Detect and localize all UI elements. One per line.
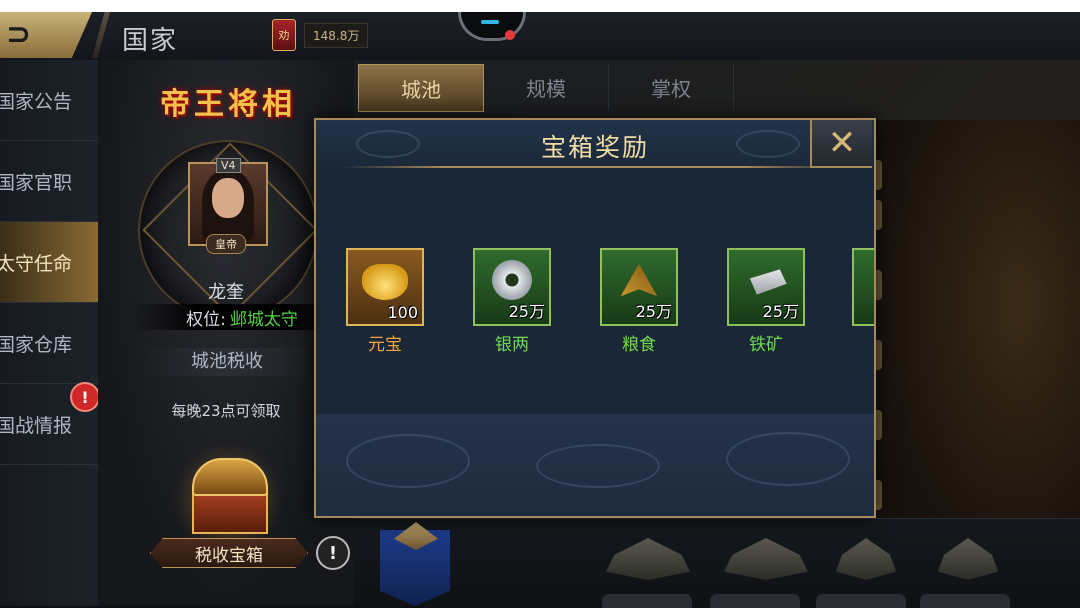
sidebar-item-label: 太守任命 xyxy=(0,252,73,275)
title-emblem: 帝王将相 xyxy=(138,66,318,136)
reward-slot: 25万 xyxy=(600,248,678,326)
background-art xyxy=(874,120,1080,580)
treasure-chest-icon[interactable] xyxy=(168,438,288,558)
reward-name: 银两 xyxy=(495,335,529,355)
silver-coin-icon xyxy=(492,260,532,300)
reward-item[interactable]: 100 元宝 xyxy=(346,248,424,355)
cloud-ornament xyxy=(346,434,470,488)
iron-ingot-icon xyxy=(749,269,787,295)
tax-chest-button[interactable]: 税收宝箱 xyxy=(150,538,308,568)
camera-notch xyxy=(458,12,526,41)
notch-indicator xyxy=(481,20,499,24)
chest-body xyxy=(192,490,268,534)
tab-power[interactable]: 掌权 xyxy=(609,64,734,110)
currency-value: 148.8万 xyxy=(304,22,369,48)
rank-tag: 皇帝 xyxy=(206,234,246,254)
sidebar-item-label: 国战情报 xyxy=(0,414,73,437)
reward-quantity: 25万 xyxy=(508,302,545,321)
position-label: 权位: xyxy=(186,309,226,330)
dialog-title: 宝箱奖励 xyxy=(540,133,649,162)
reward-slot: 25万 xyxy=(727,248,805,326)
sidebar-item-label: 国家仓库 xyxy=(0,333,73,356)
sidebar: 国家公告 国家官职 太守任命 国家仓库 国战情报 xyxy=(0,60,98,606)
currency-icon: 劝 xyxy=(272,19,296,51)
sidebar-item-officials[interactable]: 国家官职 xyxy=(0,141,98,222)
tab-bar: 城池 规模 掌权 xyxy=(358,64,998,112)
close-icon: ✕ xyxy=(827,123,857,163)
tab-cities[interactable]: 城池 xyxy=(358,64,484,112)
vip-badge: V4 xyxy=(216,158,241,173)
sidebar-item-warehouse[interactable]: 国家仓库 xyxy=(0,303,98,384)
sidebar-item-label: 国家官职 xyxy=(0,171,73,194)
reward-slot: 25万 xyxy=(473,248,551,326)
reward-name: 元宝 xyxy=(368,335,402,355)
title-divider xyxy=(92,12,110,58)
chest-lid xyxy=(192,458,268,496)
reward-name: 铁矿 xyxy=(749,335,783,355)
reward-item[interactable]: 25万 粮食 xyxy=(600,248,678,355)
page-title: 国家 xyxy=(122,26,179,56)
alert-badge: ! xyxy=(70,382,100,412)
recording-dot-icon xyxy=(505,30,515,40)
reward-slot: 100 xyxy=(346,248,424,326)
sidebar-item-governor[interactable]: 太守任命 xyxy=(0,222,98,303)
cloud-ornament xyxy=(536,444,660,488)
cloud-ornament xyxy=(726,432,850,486)
reward-quantity: 25万 xyxy=(635,302,672,321)
avatar-face xyxy=(212,178,244,218)
reward-quantity: 100 xyxy=(387,303,418,322)
gold-ingot-icon xyxy=(362,264,408,300)
currency-display: 劝 148.8万 xyxy=(272,19,369,51)
reward-slot-partial[interactable] xyxy=(852,248,874,326)
dialog-footer xyxy=(316,414,874,516)
sidebar-item-label: 国家公告 xyxy=(0,90,73,113)
status-strip xyxy=(0,0,1080,12)
reward-quantity: 25万 xyxy=(762,302,799,321)
sidebar-item-announcement[interactable]: 国家公告 xyxy=(0,60,98,141)
reward-item[interactable]: 25万 银两 xyxy=(473,248,551,355)
position-value: 邺城太守 xyxy=(229,309,298,330)
reward-name: 粮食 xyxy=(622,335,656,355)
reward-dialog: 宝箱奖励 ✕ 100 元宝 25万 银两 25万 粮食 25万 铁矿 xyxy=(314,118,876,518)
emblem-text: 帝王将相 xyxy=(160,87,296,122)
back-arrow-icon: ⊃ xyxy=(6,17,32,52)
back-button[interactable]: ⊃ xyxy=(0,12,92,58)
reward-item[interactable]: 25万 铁矿 xyxy=(727,248,805,355)
tax-section-title: 城池税收 xyxy=(142,348,312,376)
top-bar: ⊃ 国家 劝 148.8万 xyxy=(0,12,1080,61)
grain-icon xyxy=(620,264,658,297)
help-button[interactable]: ! xyxy=(316,536,350,570)
tab-scale[interactable]: 规模 xyxy=(484,64,609,110)
close-button[interactable]: ✕ xyxy=(810,120,872,168)
